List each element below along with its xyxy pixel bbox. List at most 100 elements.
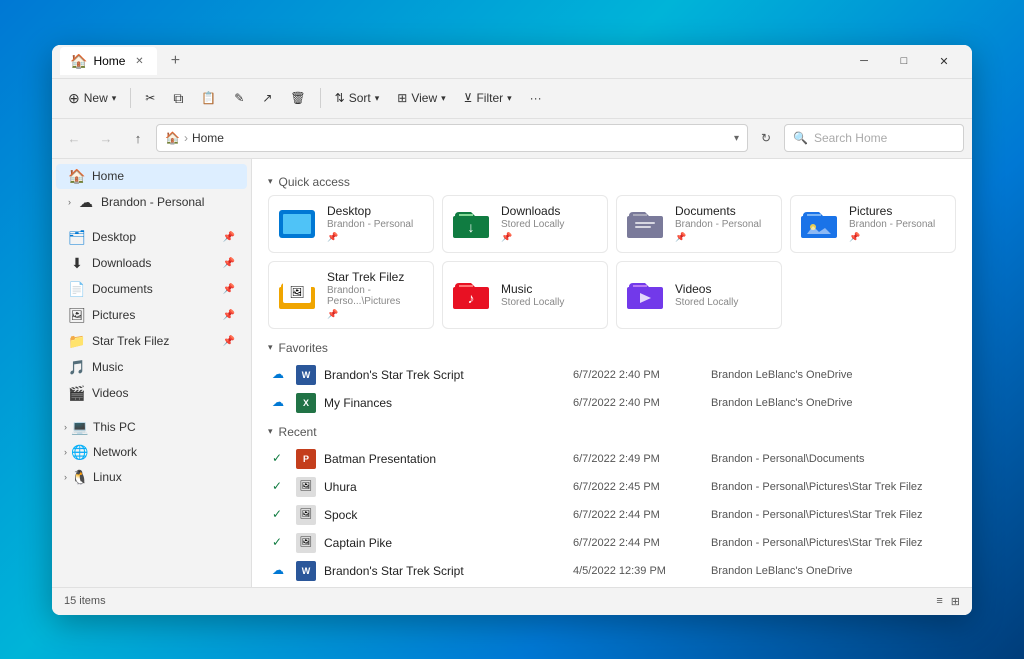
tab-close-button[interactable]: ✕ xyxy=(131,53,147,69)
crumb-separator: › xyxy=(184,131,188,145)
close-button[interactable]: ✕ xyxy=(924,45,964,79)
favorites-header[interactable]: ▾ Favorites xyxy=(268,341,956,355)
search-box[interactable]: 🔍 Search Home xyxy=(784,124,964,152)
sidebar: 🏠 Home › ☁ Brandon - Personal 🗂 Desktop … xyxy=(52,159,252,587)
sidebar-item-thispc[interactable]: › 💻 This PC xyxy=(52,415,251,440)
back-button[interactable]: ← xyxy=(60,124,88,152)
downloads-sidebar-icon: ⬇ xyxy=(68,255,86,272)
toolbar: ⊕ New ▾ ✂ ⧉ 📋 ✎ ↗ 🗑 ⇅ Sort ▾ ⊞ xyxy=(52,79,972,119)
home-crumb-icon: 🏠 xyxy=(165,131,180,145)
list-item-uhura[interactable]: ✓ 🖼 Uhura 6/7/2022 2:45 PM Brandon - Per… xyxy=(268,473,956,501)
file-explorer-window: 🏠 Home ✕ + ─ □ ✕ ⊕ New ▾ ✂ ⧉ 📋 ✎ xyxy=(52,45,972,615)
sidebar-item-home[interactable]: 🏠 Home xyxy=(56,164,247,189)
sidebar-item-linux[interactable]: › 🐧 Linux xyxy=(52,465,251,490)
copy-button[interactable]: ⧉ xyxy=(165,83,191,113)
share-button[interactable]: ↗ xyxy=(254,83,280,113)
up-button[interactable]: ↑ xyxy=(124,124,152,152)
qa-desktop-info: Desktop Brandon - Personal 📌 xyxy=(327,204,413,243)
qa-item-startrek[interactable]: 🖼 Star Trek Filez Brandon - Perso...\Pic… xyxy=(268,261,434,329)
view-button[interactable]: ⊞ View ▾ xyxy=(389,83,453,113)
rename-button[interactable]: ✎ xyxy=(226,83,252,113)
sidebar-item-documents[interactable]: 📄 Documents 📌 xyxy=(56,277,247,302)
new-button[interactable]: ⊕ New ▾ xyxy=(60,83,124,113)
refresh-button[interactable]: ↻ xyxy=(752,124,780,152)
more-icon: ··· xyxy=(530,91,542,105)
list-item-startrek-script-recent[interactable]: ☁ W Brandon's Star Trek Script 4/5/2022 … xyxy=(268,557,956,585)
quick-access-label: Quick access xyxy=(279,175,350,189)
tab-label: Home xyxy=(93,54,125,68)
list-item-pike[interactable]: ✓ 🖼 Captain Pike 6/7/2022 2:44 PM Brando… xyxy=(268,529,956,557)
rename-icon: ✎ xyxy=(234,91,244,105)
tab-home[interactable]: 🏠 Home ✕ xyxy=(60,47,157,75)
address-input[interactable]: 🏠 › Home ▾ xyxy=(156,124,748,152)
qa-icon-desktop xyxy=(277,204,317,244)
sort-button[interactable]: ⇅ Sort ▾ xyxy=(327,83,388,113)
list-item-finances[interactable]: ☁ X My Finances 6/7/2022 2:40 PM Brandon… xyxy=(268,389,956,417)
quick-access-header[interactable]: ▾ Quick access xyxy=(268,175,956,189)
quick-access-chevron-icon: ▾ xyxy=(268,176,273,187)
music-sidebar-icon: 🎵 xyxy=(68,359,86,376)
qa-item-music[interactable]: ♪ Music Stored Locally xyxy=(442,261,608,329)
recent-header[interactable]: ▾ Recent xyxy=(268,425,956,439)
downloads-pin-icon: 📌 xyxy=(223,258,235,269)
list-item-spock[interactable]: ✓ 🖼 Spock 6/7/2022 2:44 PM Brandon - Per… xyxy=(268,501,956,529)
qa-music-info: Music Stored Locally xyxy=(501,282,564,308)
status-ok-icon-4: ✓ xyxy=(272,535,288,551)
recent-chevron-icon: ▾ xyxy=(268,426,273,437)
more-button[interactable]: ··· xyxy=(522,83,550,113)
status-bar-right: ≡ ⊞ xyxy=(936,595,960,608)
address-dropdown-icon[interactable]: ▾ xyxy=(734,133,739,144)
brandon-sidebar-label: Brandon - Personal xyxy=(101,195,235,209)
list-item-startrek-script-fav[interactable]: ☁ W Brandon's Star Trek Script 6/7/2022 … xyxy=(268,361,956,389)
qa-item-pictures[interactable]: Pictures Brandon - Personal 📌 xyxy=(790,195,956,253)
thispc-sidebar-icon: 💻 xyxy=(71,419,89,436)
new-tab-button[interactable]: + xyxy=(161,47,189,75)
filter-button[interactable]: ⊻ Filter ▾ xyxy=(456,83,520,113)
cut-button[interactable]: ✂ xyxy=(137,83,163,113)
sidebar-item-startrek[interactable]: 📁 Star Trek Filez 📌 xyxy=(56,329,247,354)
svg-text:♪: ♪ xyxy=(468,290,475,306)
list-item-batman[interactable]: ✓ P Batman Presentation 6/7/2022 2:49 PM… xyxy=(268,445,956,473)
sidebar-divider-1 xyxy=(52,216,251,224)
desktop-pin-icon: 📌 xyxy=(223,232,235,243)
qa-icon-music: ♪ xyxy=(451,275,491,315)
paste-icon: 📋 xyxy=(201,91,216,105)
sidebar-item-brandon[interactable]: › ☁ Brandon - Personal xyxy=(56,190,247,215)
onedrive-sidebar-icon: ☁ xyxy=(77,194,95,211)
breadcrumb: 🏠 › Home xyxy=(165,131,224,145)
qa-item-documents[interactable]: Documents Brandon - Personal 📌 xyxy=(616,195,782,253)
paste-button[interactable]: 📋 xyxy=(193,83,224,113)
sidebar-item-desktop[interactable]: 🗂 Desktop 📌 xyxy=(56,225,247,250)
content-area: ▾ Quick access Desktop Brandon - Persona… xyxy=(252,159,972,587)
qa-startrek-info: Star Trek Filez Brandon - Perso...\Pictu… xyxy=(327,270,425,320)
search-placeholder: Search Home xyxy=(814,131,887,145)
filter-icon: ⊻ xyxy=(464,91,473,105)
tile-view-icon[interactable]: ⊞ xyxy=(951,595,960,608)
desktop-sidebar-icon: 🗂 xyxy=(68,229,86,246)
new-label: New xyxy=(84,91,108,105)
qa-item-videos[interactable]: Videos Stored Locally xyxy=(616,261,782,329)
view-chevron-icon: ▾ xyxy=(441,93,446,104)
sidebar-item-pictures[interactable]: 🖼 Pictures 📌 xyxy=(56,303,247,328)
documents-pin-icon: 📌 xyxy=(223,284,235,295)
list-view-icon[interactable]: ≡ xyxy=(936,595,942,608)
status-text: 15 items xyxy=(64,595,106,607)
sidebar-item-music[interactable]: 🎵 Music xyxy=(56,355,247,380)
maximize-button[interactable]: □ xyxy=(884,45,924,79)
window-controls: ─ □ ✕ xyxy=(844,45,964,79)
qa-icon-videos xyxy=(625,275,665,315)
forward-button[interactable]: → xyxy=(92,124,120,152)
status-ok-icon-1: ✓ xyxy=(272,451,288,467)
qa-item-desktop[interactable]: Desktop Brandon - Personal 📌 xyxy=(268,195,434,253)
view-label: View xyxy=(411,91,437,105)
sidebar-item-network[interactable]: › 🌐 Network xyxy=(52,440,251,465)
sidebar-item-videos[interactable]: 🎬 Videos xyxy=(56,381,247,406)
minimize-button[interactable]: ─ xyxy=(844,45,884,79)
pictures-sidebar-icon: 🖼 xyxy=(68,307,86,324)
qa-icon-downloads: ↓ xyxy=(451,204,491,244)
sidebar-item-downloads[interactable]: ⬇ Downloads 📌 xyxy=(56,251,247,276)
qa-item-downloads[interactable]: ↓ Downloads Stored Locally 📌 xyxy=(442,195,608,253)
recent-label: Recent xyxy=(279,425,317,439)
delete-button[interactable]: 🗑 xyxy=(282,83,313,113)
view-icon: ⊞ xyxy=(397,91,407,105)
